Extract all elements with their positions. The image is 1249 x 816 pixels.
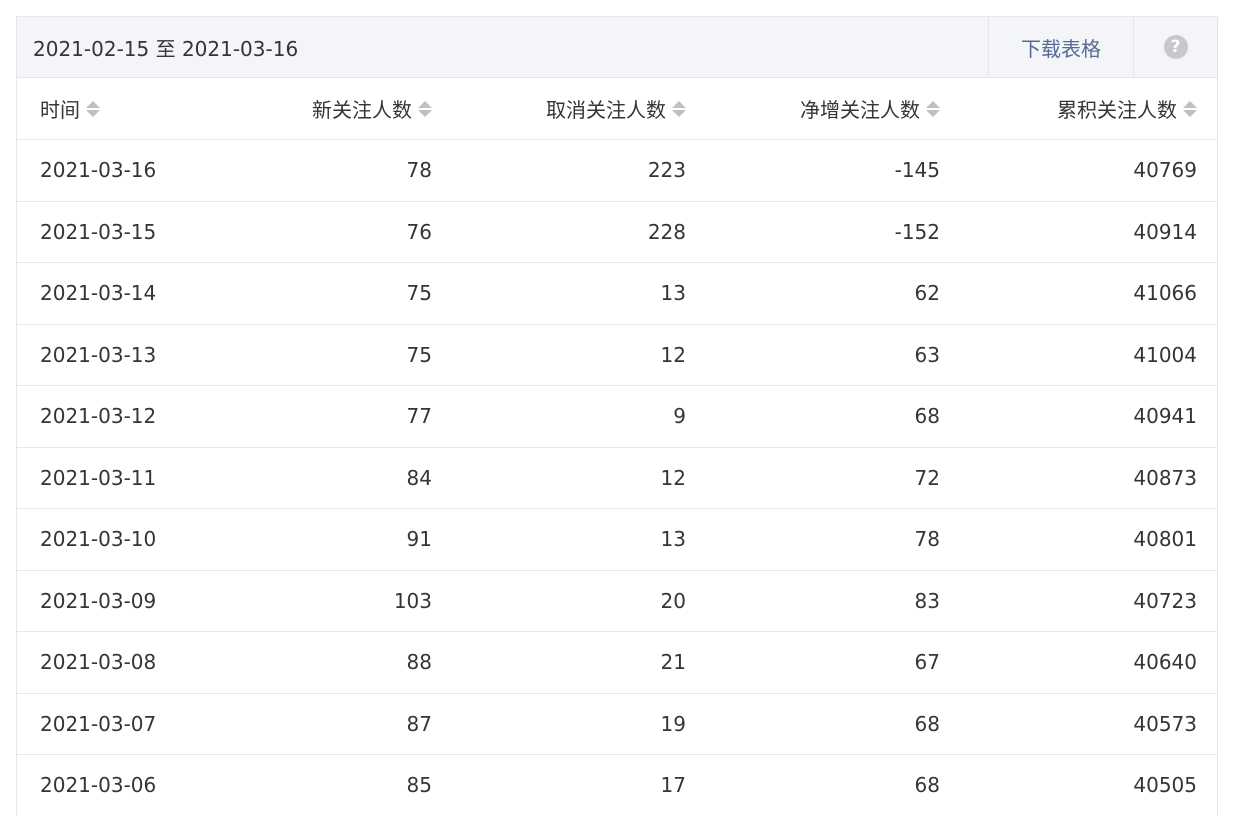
cell-new-followers: 91 bbox=[271, 508, 454, 571]
cell-unfollows: 9 bbox=[454, 385, 708, 448]
cell-new-followers: 85 bbox=[271, 754, 454, 816]
table-toolbar: 2021-02-15 至 2021-03-16 下载表格 ? bbox=[17, 17, 1217, 78]
sort-icon[interactable] bbox=[926, 99, 940, 119]
column-header-new-followers[interactable]: 新关注人数 bbox=[271, 78, 454, 140]
column-header-label: 净增关注人数 bbox=[800, 98, 920, 122]
cell-cumulative: 41066 bbox=[962, 262, 1217, 325]
cell-unfollows: 21 bbox=[454, 631, 708, 694]
table-row: 2021-03-16 78 223 -145 40769 bbox=[17, 139, 1217, 202]
sort-icon[interactable] bbox=[672, 99, 686, 119]
cell-net-growth: -152 bbox=[708, 201, 962, 263]
cell-cumulative: 40505 bbox=[962, 754, 1217, 816]
cell-date: 2021-03-12 bbox=[17, 385, 271, 448]
cell-cumulative: 40769 bbox=[962, 139, 1217, 202]
cell-date: 2021-03-07 bbox=[17, 693, 271, 755]
cell-net-growth: 63 bbox=[708, 324, 962, 386]
sort-icon[interactable] bbox=[86, 99, 100, 119]
cell-cumulative: 40914 bbox=[962, 201, 1217, 263]
cell-new-followers: 77 bbox=[271, 385, 454, 448]
cell-new-followers: 88 bbox=[271, 631, 454, 694]
table-row: 2021-03-11 84 12 72 40873 bbox=[17, 447, 1217, 509]
column-header-label: 累积关注人数 bbox=[1057, 98, 1177, 122]
column-header-label: 新关注人数 bbox=[312, 98, 412, 122]
table-row: 2021-03-07 87 19 68 40573 bbox=[17, 693, 1217, 755]
cell-date: 2021-03-08 bbox=[17, 631, 271, 694]
table-row: 2021-03-08 88 21 67 40640 bbox=[17, 631, 1217, 694]
table-row: 2021-03-10 91 13 78 40801 bbox=[17, 508, 1217, 571]
cell-date: 2021-03-14 bbox=[17, 262, 271, 325]
column-header-cumulative[interactable]: 累积关注人数 bbox=[962, 78, 1217, 140]
cell-unfollows: 228 bbox=[454, 201, 708, 263]
cell-unfollows: 13 bbox=[454, 508, 708, 571]
cell-unfollows: 223 bbox=[454, 139, 708, 202]
column-header-label: 取消关注人数 bbox=[546, 98, 666, 122]
table-row: 2021-03-12 77 9 68 40941 bbox=[17, 385, 1217, 448]
table-row: 2021-03-06 85 17 68 40505 bbox=[17, 754, 1217, 816]
cell-new-followers: 78 bbox=[271, 139, 454, 202]
cell-cumulative: 40573 bbox=[962, 693, 1217, 755]
cell-date: 2021-03-13 bbox=[17, 324, 271, 386]
table-row: 2021-03-09 103 20 83 40723 bbox=[17, 570, 1217, 632]
cell-new-followers: 84 bbox=[271, 447, 454, 509]
cell-cumulative: 40801 bbox=[962, 508, 1217, 571]
column-header-date[interactable]: 时间 bbox=[17, 78, 271, 140]
cell-new-followers: 75 bbox=[271, 262, 454, 325]
table-row: 2021-03-14 75 13 62 41066 bbox=[17, 262, 1217, 325]
sort-icon[interactable] bbox=[418, 99, 432, 119]
cell-new-followers: 76 bbox=[271, 201, 454, 263]
cell-net-growth: 68 bbox=[708, 385, 962, 448]
cell-new-followers: 75 bbox=[271, 324, 454, 386]
table-header-row: 时间 新关注人数 取消关注人数 净增关注人数 累积关注人数 bbox=[17, 78, 1217, 140]
cell-net-growth: 83 bbox=[708, 570, 962, 632]
table-row: 2021-03-13 75 12 63 41004 bbox=[17, 324, 1217, 386]
cell-date: 2021-03-16 bbox=[17, 139, 271, 202]
cell-cumulative: 40873 bbox=[962, 447, 1217, 509]
cell-net-growth: 62 bbox=[708, 262, 962, 325]
cell-net-growth: 72 bbox=[708, 447, 962, 509]
cell-net-growth: 67 bbox=[708, 631, 962, 694]
question-mark-icon: ? bbox=[1163, 35, 1188, 59]
cell-unfollows: 17 bbox=[454, 754, 708, 816]
cell-date: 2021-03-11 bbox=[17, 447, 271, 509]
cell-net-growth: 68 bbox=[708, 754, 962, 816]
download-table-button[interactable]: 下载表格 bbox=[988, 17, 1133, 77]
column-header-net-growth[interactable]: 净增关注人数 bbox=[708, 78, 962, 140]
help-button[interactable]: ? bbox=[1133, 17, 1217, 77]
cell-unfollows: 20 bbox=[454, 570, 708, 632]
cell-net-growth: -145 bbox=[708, 139, 962, 202]
cell-date: 2021-03-06 bbox=[17, 754, 271, 816]
cell-net-growth: 78 bbox=[708, 508, 962, 571]
data-table-panel: 2021-02-15 至 2021-03-16 下载表格 ? 时间 新关注人数 bbox=[16, 16, 1218, 816]
cell-unfollows: 12 bbox=[454, 447, 708, 509]
cell-cumulative: 40640 bbox=[962, 631, 1217, 694]
cell-new-followers: 103 bbox=[271, 570, 454, 632]
cell-date: 2021-03-15 bbox=[17, 201, 271, 263]
column-header-label: 时间 bbox=[40, 98, 80, 122]
cell-unfollows: 12 bbox=[454, 324, 708, 386]
sort-icon[interactable] bbox=[1183, 99, 1197, 119]
table-row: 2021-03-15 76 228 -152 40914 bbox=[17, 201, 1217, 263]
cell-unfollows: 13 bbox=[454, 262, 708, 325]
column-header-unfollows[interactable]: 取消关注人数 bbox=[454, 78, 708, 140]
cell-unfollows: 19 bbox=[454, 693, 708, 755]
cell-net-growth: 68 bbox=[708, 693, 962, 755]
cell-cumulative: 40723 bbox=[962, 570, 1217, 632]
cell-cumulative: 41004 bbox=[962, 324, 1217, 386]
cell-date: 2021-03-09 bbox=[17, 570, 271, 632]
cell-date: 2021-03-10 bbox=[17, 508, 271, 571]
cell-cumulative: 40941 bbox=[962, 385, 1217, 448]
followers-table: 时间 新关注人数 取消关注人数 净增关注人数 累积关注人数 2021-03-16… bbox=[17, 78, 1217, 816]
cell-new-followers: 87 bbox=[271, 693, 454, 755]
date-range-label: 2021-02-15 至 2021-03-16 bbox=[33, 36, 299, 61]
